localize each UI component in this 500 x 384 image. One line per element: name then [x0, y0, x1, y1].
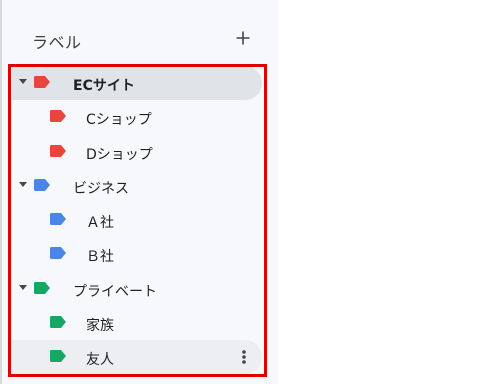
label-more-button[interactable]: [234, 347, 254, 367]
label-tag-icon: [50, 110, 66, 123]
label-name: ECサイト: [73, 78, 135, 94]
label-name: プライベート: [73, 283, 157, 300]
label-item[interactable]: プライベート: [2, 272, 278, 306]
label-tag-icon: [34, 281, 50, 294]
label-tag-icon: [50, 144, 66, 157]
label-name: ビジネス: [73, 180, 129, 197]
label-tag-icon: [50, 316, 66, 329]
label-item[interactable]: Cショップ: [2, 100, 278, 134]
label-item[interactable]: 家族: [2, 306, 278, 340]
label-name: 家族: [86, 318, 114, 335]
label-name: Ａ社: [86, 215, 114, 232]
more-vert-icon: [242, 350, 246, 365]
label-name: Dショップ: [86, 146, 153, 163]
page: ラベル ECサイト Cショップ Dショップビジネス Ａ社 Ｂ社プライベート家族友人: [0, 0, 500, 384]
label-tag-icon: [50, 350, 66, 363]
expand-arrow-icon[interactable]: [19, 79, 27, 84]
label-item[interactable]: Ｂ社: [2, 237, 278, 271]
plus-icon: [236, 31, 250, 45]
labels-title: ラベル: [32, 33, 82, 52]
label-item[interactable]: Ａ社: [2, 203, 278, 237]
label-name: Ｂ社: [86, 249, 114, 266]
label-tag-icon: [50, 247, 66, 260]
label-tag-icon: [34, 76, 50, 88]
labels-header: ラベル: [2, 20, 278, 60]
label-item[interactable]: ECサイト: [2, 66, 278, 100]
label-item[interactable]: 友人: [2, 340, 278, 375]
label-name: Cショップ: [86, 112, 152, 129]
label-item[interactable]: ビジネス: [2, 169, 278, 203]
expand-arrow-icon[interactable]: [19, 181, 27, 187]
label-list: ECサイト Cショップ Dショップビジネス Ａ社 Ｂ社プライベート家族友人: [2, 66, 278, 375]
label-tag-icon: [50, 213, 66, 226]
label-name: 友人: [86, 352, 114, 369]
label-tag-icon: [34, 178, 50, 191]
label-item[interactable]: Dショップ: [2, 135, 278, 169]
expand-arrow-icon[interactable]: [19, 284, 27, 290]
add-label-button[interactable]: [229, 24, 257, 52]
